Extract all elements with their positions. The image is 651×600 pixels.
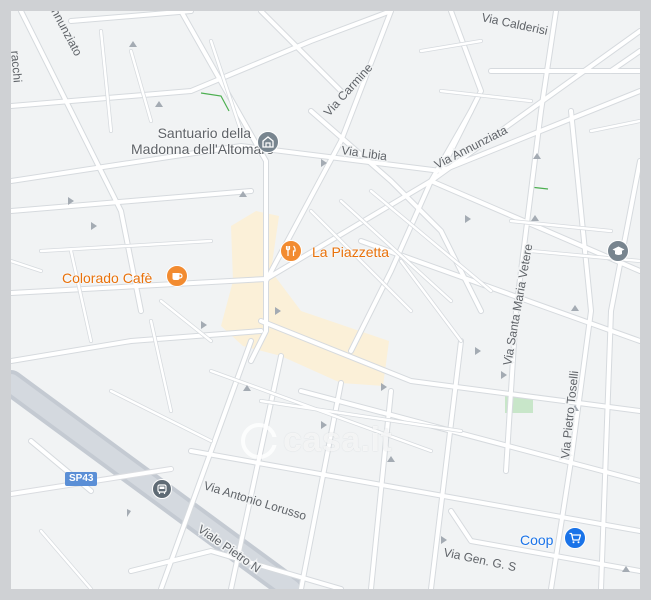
school-icon[interactable] bbox=[607, 240, 629, 262]
watermark-logo-icon bbox=[241, 422, 278, 459]
map-geometry: Via Calderisi nnunziato racchi Via Carmi… bbox=[11, 11, 640, 589]
poi-label-santuario[interactable]: Santuario della Madonna dell'Altomare bbox=[131, 125, 274, 157]
streets bbox=[11, 11, 640, 589]
cafe-icon[interactable] bbox=[166, 265, 188, 287]
map-canvas[interactable]: Via Calderisi nnunziato racchi Via Carmi… bbox=[11, 11, 640, 589]
street-label-via-carmine: Via Carmine bbox=[321, 60, 376, 119]
shopping-cart-icon[interactable] bbox=[564, 527, 586, 549]
map-frame: Via Calderisi nnunziato racchi Via Carmi… bbox=[0, 0, 651, 600]
watermark: casa.it bbox=[241, 421, 392, 460]
street-label-gracchi: racchi bbox=[11, 50, 25, 83]
bus-station-icon[interactable] bbox=[152, 479, 172, 499]
poi-label-la-piazzetta[interactable]: La Piazzetta bbox=[312, 244, 389, 260]
watermark-text: casa.it bbox=[283, 421, 393, 459]
street-label-via-calderisi: Via Calderisi bbox=[480, 11, 549, 38]
restaurant-icon[interactable] bbox=[280, 240, 302, 262]
route-shield-sp43: SP43 bbox=[65, 472, 98, 486]
place-of-worship-icon[interactable] bbox=[257, 131, 279, 153]
poi-label-colorado-cafe[interactable]: Colorado Cafè bbox=[62, 270, 152, 286]
poi-label-coop[interactable]: Coop bbox=[520, 532, 553, 548]
